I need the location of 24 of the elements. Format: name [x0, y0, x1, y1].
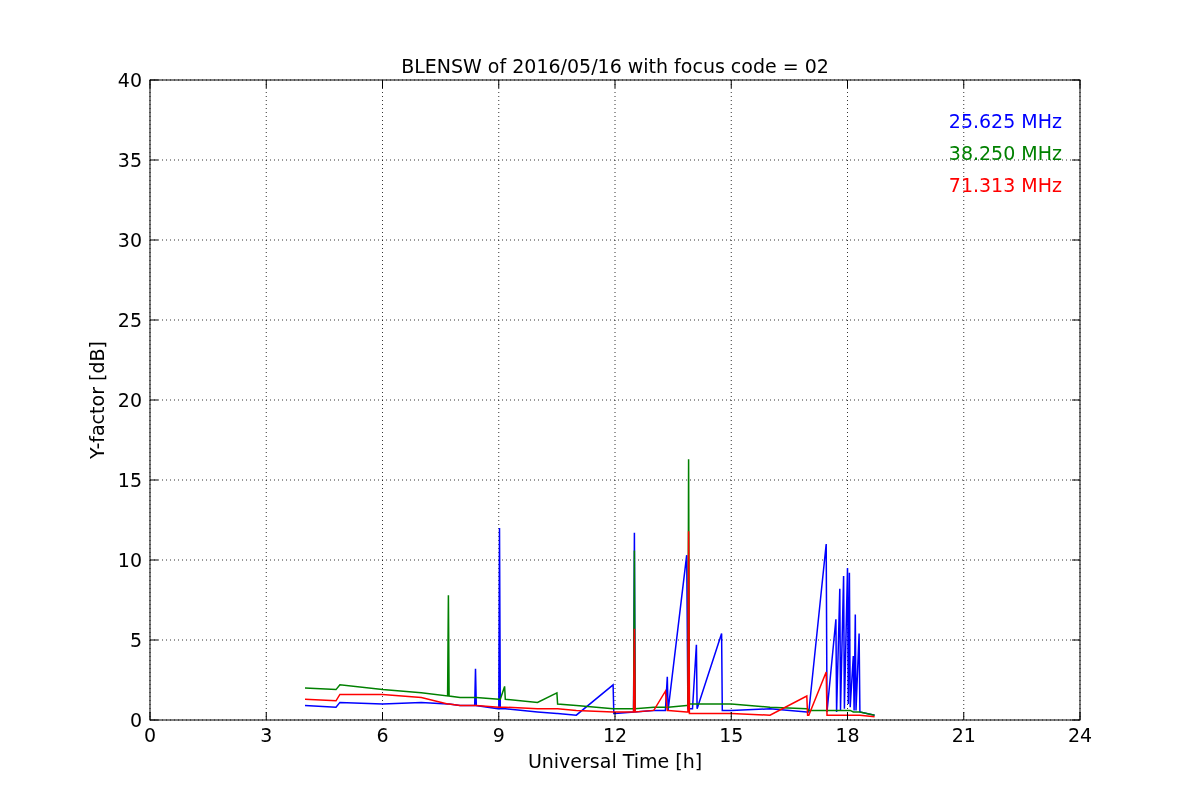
tick-label: 35	[117, 149, 142, 171]
tick-label: 40	[117, 69, 142, 91]
tick-label: 6	[376, 724, 389, 746]
tick-label: 0	[143, 724, 157, 746]
tick-label: 25	[117, 309, 142, 331]
tick-label: 18	[835, 724, 860, 746]
tick-label: 30	[117, 229, 142, 251]
legend-label: 25.625 MHz	[948, 110, 1062, 132]
tick-label: 24	[1067, 724, 1093, 746]
tick-label: 21	[951, 724, 976, 746]
tick-label: 5	[129, 629, 142, 651]
legend-label: 38.250 MHz	[948, 142, 1062, 164]
tick-label: 12	[602, 724, 628, 746]
legend-label: 71.313 MHz	[948, 174, 1062, 196]
tick-label: 10	[117, 549, 142, 571]
tick-label: 3	[260, 724, 273, 746]
chart-title: BLENSW of 2016/05/16 with focus code = 02	[401, 55, 829, 77]
tick-label: 15	[117, 469, 142, 491]
axis-label: Universal Time [h]	[527, 750, 703, 772]
tick-label: 15	[719, 724, 744, 746]
tick-label: 20	[117, 389, 142, 411]
tick-label: 9	[492, 724, 505, 746]
axis-label: Y-factor [dB]	[86, 341, 108, 459]
tick-label: 0	[129, 709, 142, 731]
